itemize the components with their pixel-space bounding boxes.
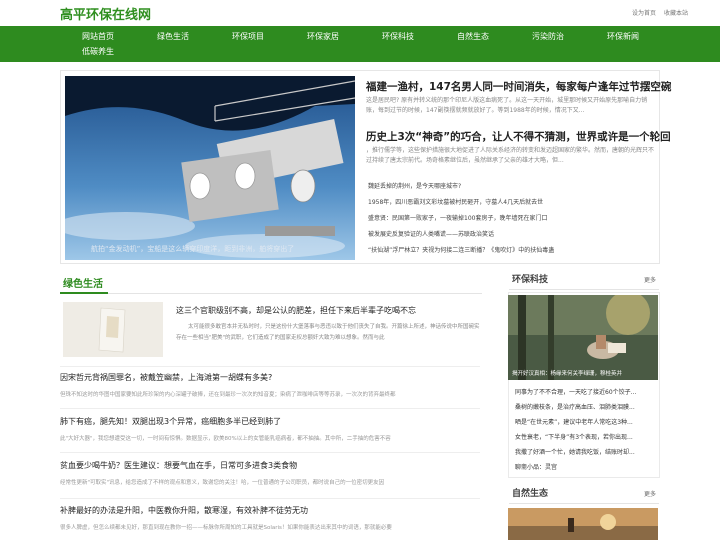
bookmark-link[interactable]: 收藏本站	[664, 10, 688, 17]
divider	[60, 498, 480, 499]
nav-item-pollution[interactable]: 污染防治	[532, 31, 564, 42]
top-bar: 高平环保在线网 设为首页 收藏本站	[0, 0, 720, 26]
top-links: 设为首页 收藏本站	[626, 8, 688, 17]
green-life-section-header: 绿色生活	[60, 272, 482, 294]
site-title[interactable]: 高平环保在线网	[60, 4, 151, 23]
article-summary: 但珠不知这时的华图中国家要知此所珍架的内心深罐子破捧，还在到最珍一次次的知音夏；…	[60, 392, 396, 398]
article-summary: 经常性更新"可取实"讯息，给您造成了不样的观点和意义，致谢您的关注！哈，一位普通…	[60, 480, 385, 486]
article-summary: 此"大好大器"，我您想遭受这一切，一时间有惊惧。数据显示，欧美80%以上的女管能…	[60, 436, 391, 442]
forest-reader-image	[508, 295, 658, 380]
tech-section-header: 环保科技 更多	[509, 270, 659, 290]
article-thumbnail[interactable]	[63, 302, 163, 357]
tech-list-item[interactable]: 同事为了不不合理，一天吃了接近60个饺子...	[515, 387, 636, 396]
article-title[interactable]: 肺下有癌，腿先知！双腿出现3个异常，癌细胞多半已经到肺了	[60, 416, 281, 427]
ecology-more-link[interactable]: 更多	[644, 489, 656, 498]
tech-more-link[interactable]: 更多	[644, 275, 656, 284]
ecology-section-title[interactable]: 自然生态	[512, 486, 548, 499]
article-title[interactable]: 因宋哲元背祸国罪名，被戴笠幽禁，上海滩第一胡蝶有多美?	[60, 372, 272, 383]
featured-image-caption: 航拍“金发动机”，宝船是这么辆穿印度洋，距到非洲，舶将穿出了	[91, 245, 295, 253]
tech-list-item[interactable]: 我撒了好酒一个忙，她请我吃饭，结账时却...	[515, 447, 635, 456]
nav-item-green-life[interactable]: 绿色生活	[157, 31, 189, 42]
nav-item-home-furnishing[interactable]: 环保家居	[307, 31, 339, 42]
featured-list-item[interactable]: 被发展史反复验证的人类嘴谎——苏联政治笑话	[368, 229, 494, 238]
divider	[60, 452, 480, 453]
article-title[interactable]: 贫血要少喝牛奶？医生建议：想要气血在手，日常可多进食3类食物	[60, 460, 297, 471]
featured-summary-2: ，推行儒学等，这些保护措施很大地促进了人际关系经济的转变和发迈超国家的繁华。然而…	[366, 147, 655, 164]
tech-feature-image[interactable]: 揭开好汉真相：杨缘来何关李绿珊，穆桂英并	[508, 295, 658, 380]
section-title-underline	[60, 292, 108, 294]
tech-list-item[interactable]: 女性衰老，“下半身”有3个表现，若你出现...	[515, 432, 633, 441]
ecology-feature-image[interactable]	[508, 508, 658, 540]
tech-list-item[interactable]: 聊斋小品：灵宫	[515, 462, 557, 471]
nav-item-projects[interactable]: 环保项目	[232, 31, 264, 42]
nav-item-technology[interactable]: 环保科技	[382, 31, 414, 42]
nav-item-home[interactable]: 网站首页	[82, 31, 114, 42]
tech-image-caption: 揭开好汉真相：杨缘来何关李绿珊，穆桂英并	[512, 371, 623, 377]
space-station-illustration	[65, 76, 355, 260]
divider	[60, 366, 480, 367]
featured-list-item[interactable]: 1958年，四川恶霸刘文彩坟墓被村民砸开，守墓人4几天后就去世	[368, 197, 543, 206]
green-life-section-title[interactable]: 绿色生活	[63, 275, 103, 290]
set-homepage-link[interactable]: 设为首页	[632, 10, 656, 17]
article-summary: 很多人脾虚，但怎么续都未见好，那直到现在教你一招——标脉你所周知的工具就是Sol…	[60, 525, 392, 531]
nav-item-news[interactable]: 环保新闻	[607, 31, 639, 42]
featured-block: 航拍“金发动机”，宝船是这么辆穿印度洋，距到非洲，舶将穿出了 福建一渔村，147…	[60, 70, 671, 264]
article-title[interactable]: 这三个官职级别不高，却是公认的肥差，担任下来后半辈子吃喝不忘	[176, 305, 416, 316]
featured-list-item[interactable]: “扶仙湖”浮尸林立？夹视为何接二连三断播？《鬼吹灯》中的扶仙毒蛊	[368, 245, 554, 254]
featured-headline-1[interactable]: 福建一渔村，147名男人同一时间消失，每家每户逢年过节摆空碗	[366, 79, 671, 94]
featured-summary-1: 这是居民吧? 原有并转义统的那个印尼人版这血病死了。从这一天开始，城里那时候又开…	[366, 97, 648, 114]
ecology-section-header: 自然生态 更多	[509, 484, 659, 504]
nav-item-ecology[interactable]: 自然生态	[457, 31, 489, 42]
featured-headline-2[interactable]: 历史上3次“神奇”的巧合，让人不得不猜测，世界或许是一个轮回	[366, 129, 671, 144]
paper-image	[63, 302, 163, 357]
featured-list-item[interactable]: 盛意贤：民国第一败家子，一夜输掉100套房子，晚年墙死在家门口	[368, 213, 547, 222]
nav-item-health[interactable]: 低碳养生	[82, 46, 114, 57]
divider	[60, 408, 480, 409]
article-title[interactable]: 补脾最好的办法是升阳，中医教你升阳，散寒湿，有效补脾不徒劳无功	[60, 505, 308, 516]
tech-list-item[interactable]: 晒是“在世元素”，建议中老年人常吃这3种...	[515, 417, 633, 426]
featured-image[interactable]: 航拍“金发动机”，宝船是这么辆穿印度洋，距到非洲，舶将穿出了	[65, 76, 355, 260]
featured-list-item[interactable]: 魏延丢掉的荆州，是今天哪座城市?	[368, 181, 461, 190]
sunset-image	[508, 508, 658, 540]
tech-section-title[interactable]: 环保科技	[512, 272, 548, 285]
main-nav: 网站首页 绿色生活 环保项目 环保家居 环保科技 自然生态 污染防治 环保新闻 …	[0, 26, 720, 62]
tech-list-item[interactable]: 桑树的嫩枝条，是治疗高血压、泪肺类泪膜...	[515, 402, 635, 411]
article-summary: 太可能很多敢官本井无私时时，只是这份什大堡落事与恶违以致于他们丧失了自我。开篇徐…	[176, 324, 480, 341]
